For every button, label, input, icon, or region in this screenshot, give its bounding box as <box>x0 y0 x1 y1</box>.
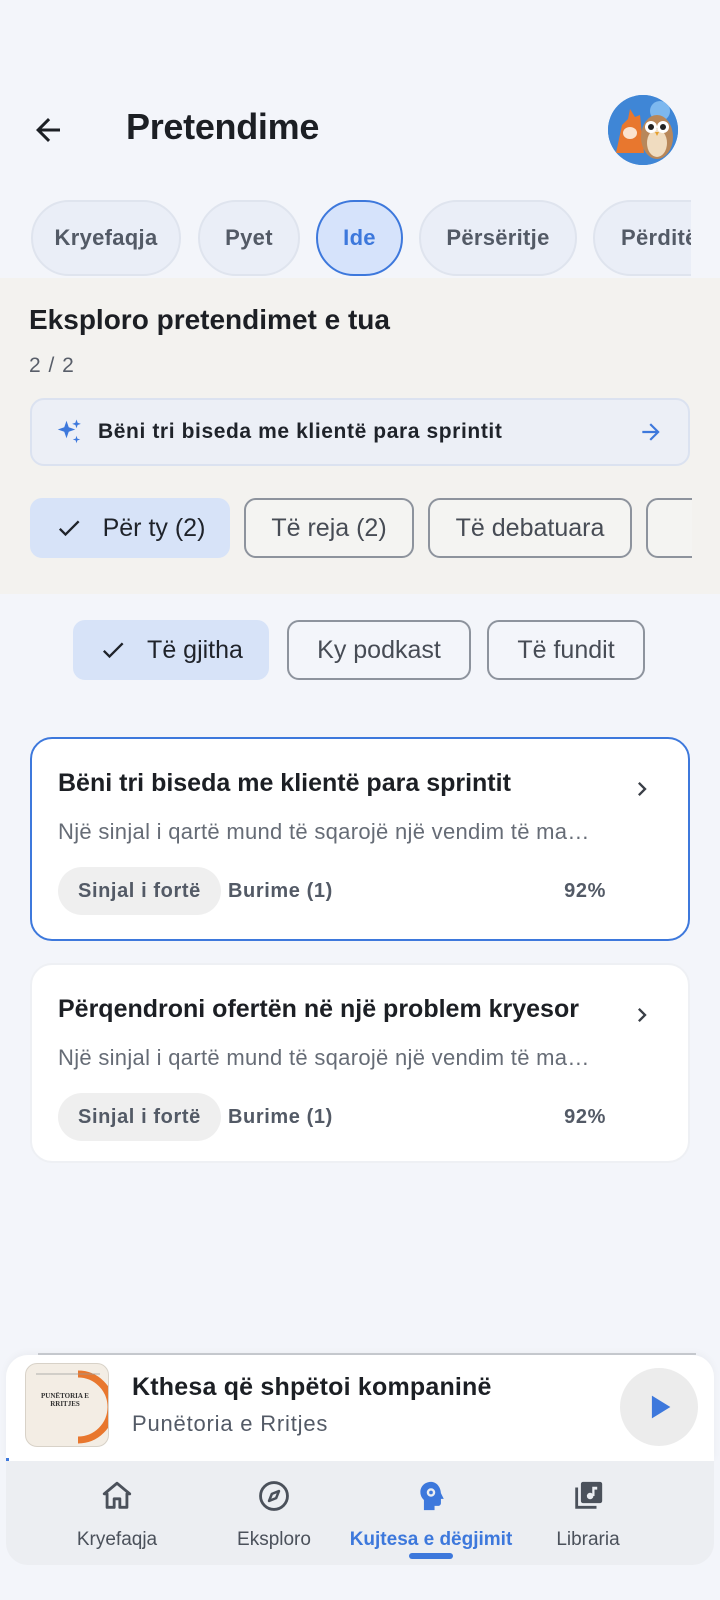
sources-link[interactable]: Burime (1) <box>228 1093 333 1141</box>
filter-label: Ky podkast <box>317 635 441 664</box>
chip-more[interactable] <box>646 498 692 558</box>
section-title: Eksploro pretendimet e tua <box>29 304 390 335</box>
now-playing-title: Kthesa që shpëtoi kompaninë <box>132 1373 492 1401</box>
active-indicator <box>409 1553 453 1559</box>
play-button[interactable] <box>620 1368 698 1446</box>
signal-badge: Sinjal i fortë <box>58 867 221 915</box>
chevron-right-icon <box>638 782 647 796</box>
sparkle-icon <box>57 419 81 444</box>
chip-label: Për ty (2) <box>102 513 206 542</box>
cover-title: PUNËTORIA E RRITJES <box>41 1392 89 1408</box>
nav-label: Libraria <box>556 1529 620 1550</box>
page-title: Pretendime <box>126 106 320 147</box>
filter-label: Të fundit <box>517 635 615 664</box>
arrow-left-icon <box>36 118 60 142</box>
tab-ide[interactable]: Ide <box>316 200 403 276</box>
chevron-right-icon <box>638 1008 647 1022</box>
nav-libraria[interactable]: Libraria <box>503 1461 673 1565</box>
claim-description: Një sinjal i qartë mund të sqarojë një v… <box>58 1045 590 1070</box>
chip-label: Të reja (2) <box>271 513 387 542</box>
promo-banner[interactable]: Bëni tri biseda me klientë para sprintit <box>30 398 690 466</box>
section-count: 2 / 2 <box>29 354 75 377</box>
chip-per-ty[interactable]: Për ty (2) <box>30 498 230 558</box>
chip-label: Të debatuara <box>455 513 605 542</box>
tab-pyet[interactable]: Pyet <box>198 200 300 276</box>
promo-text: Bëni tri biseda me klientë para sprintit <box>98 420 503 443</box>
nav-label: Kujtesa e dëgjimit <box>349 1529 513 1550</box>
episode-cover: PUNËTORIA E RRITJES <box>25 1363 109 1447</box>
filter-te-gjitha[interactable]: Të gjitha <box>73 620 269 680</box>
nav-label: Eksploro <box>237 1529 311 1550</box>
home-icon <box>102 1481 132 1509</box>
nav-label: Kryefaqja <box>76 1529 158 1550</box>
tab-perseritje[interactable]: Përsëritje <box>419 200 577 276</box>
chip-te-reja[interactable]: Të reja (2) <box>244 498 414 558</box>
library-icon <box>575 1481 603 1509</box>
claim-title: Bëni tri biseda me klientë para sprintit <box>58 769 511 797</box>
mini-player[interactable]: PUNËTORIA E RRITJES Kthesa që shpëtoi ko… <box>6 1355 714 1461</box>
app-header: Pretendime <box>0 90 720 166</box>
play-icon <box>651 1395 671 1419</box>
memory-icon <box>420 1481 444 1511</box>
signal-badge: Sinjal i fortë <box>58 1093 221 1141</box>
check-icon <box>103 642 124 659</box>
nav-kryefaqja[interactable]: Kryefaqja <box>32 1461 202 1565</box>
sources-link[interactable]: Burime (1) <box>228 867 333 915</box>
filter-ky-podkast[interactable]: Ky podkast <box>287 620 471 680</box>
bottom-navigation: Kryefaqja Eksploro Kujtesa e dëgjimit Li… <box>6 1461 714 1565</box>
avatar[interactable] <box>608 95 678 165</box>
claim-title: Përqendroni ofertën në një problem kryes… <box>58 995 579 1023</box>
category-tabs: Kryefaqja Pyet Ide Përsëritje Përditë <box>31 200 691 278</box>
claim-card[interactable]: Përqendroni ofertën në një problem kryes… <box>30 963 690 1163</box>
confidence-percent: 92% <box>564 1105 606 1128</box>
compass-icon <box>259 1481 289 1511</box>
tab-kryefaqja[interactable]: Kryefaqja <box>31 200 181 276</box>
claim-filter-chips: Për ty (2) Të reja (2) Të debatuara <box>30 498 692 560</box>
chip-te-debatuara[interactable]: Të debatuara <box>428 498 632 558</box>
claim-card[interactable]: Bëni tri biseda me klientë para sprintit… <box>30 737 690 941</box>
scope-filters: Të gjitha Ky podkast Të fundit <box>0 620 720 682</box>
nav-kujtesa-e-degjimit[interactable]: Kujtesa e dëgjimit <box>346 1461 516 1565</box>
arrow-right-icon <box>642 423 660 441</box>
nav-eksploro[interactable]: Eksploro <box>189 1461 359 1565</box>
fox-owl-avatar-icon <box>608 95 678 165</box>
confidence-percent: 92% <box>564 879 606 902</box>
filter-label: Të gjitha <box>147 635 243 664</box>
filter-te-fundit[interactable]: Të fundit <box>487 620 645 680</box>
claim-description: Një sinjal i qartë mund të sqarojë një v… <box>58 819 590 844</box>
tab-perdite[interactable]: Përditë <box>593 200 691 276</box>
explore-section: Eksploro pretendimet e tua 2 / 2 Bëni tr… <box>0 278 720 594</box>
back-button[interactable] <box>26 108 70 152</box>
now-playing-show: Punëtoria e Rritjes <box>132 1411 329 1436</box>
check-icon <box>58 520 80 537</box>
